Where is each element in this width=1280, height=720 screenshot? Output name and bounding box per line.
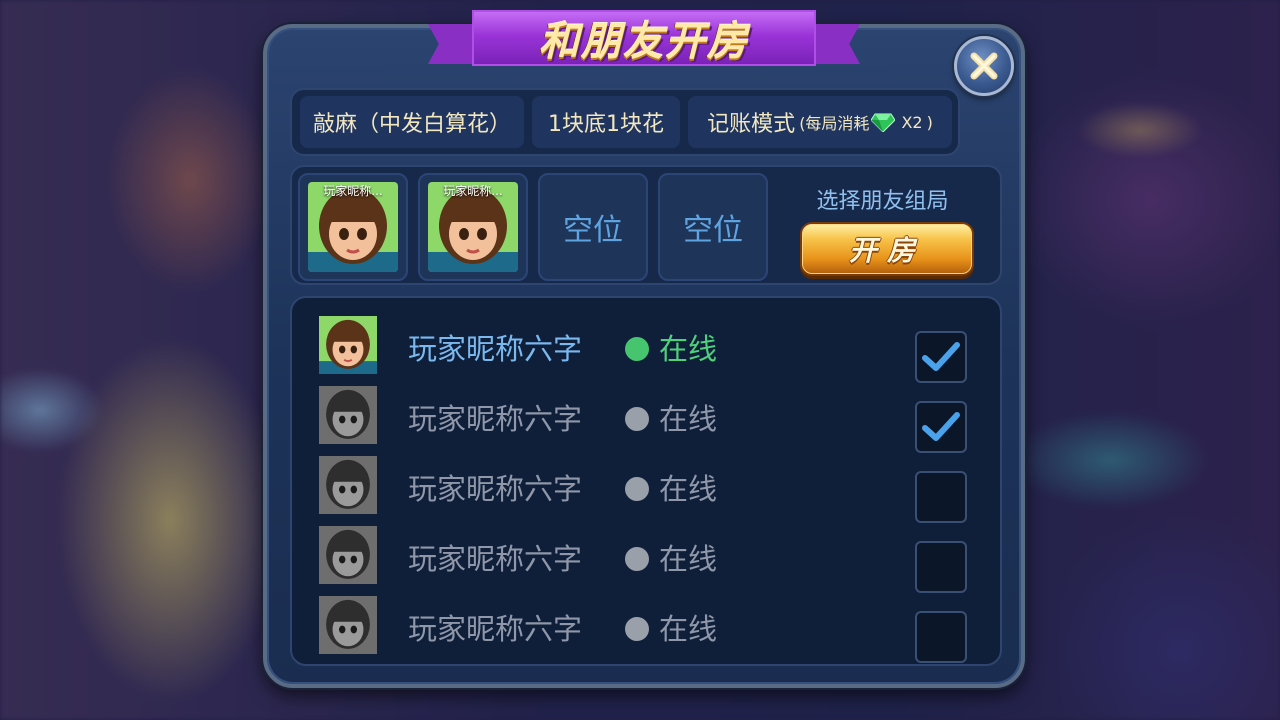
room-rules-bar: 敲麻（中发白算花） 1块底1块花 记账模式 (每局消耗 X2 ) [290, 88, 960, 156]
friend-name: 玩家昵称六字 [408, 542, 583, 576]
seat-4[interactable]: 空位 [658, 173, 768, 281]
friend-list: 玩家昵称六字 在线 玩家昵称六字 在线 玩家昵称六字 在线 玩家昵称六字 在线 … [290, 296, 1002, 666]
gem-icon [871, 113, 896, 132]
friend-avatar [319, 386, 377, 444]
friend-status: 在线 [659, 612, 718, 646]
title-ribbon: 和朋友开房 [428, 8, 860, 70]
seat-1-avatar: 玩家昵称... [308, 182, 398, 272]
check-icon [922, 412, 960, 441]
friend-avatar [319, 456, 377, 514]
close-icon [970, 52, 998, 80]
offline-status-dot [625, 477, 649, 501]
online-status-dot [625, 337, 649, 361]
friend-row: 玩家昵称六字 在线 [292, 310, 1000, 383]
friend-status: 在线 [659, 402, 718, 436]
friend-avatar [319, 316, 377, 374]
friend-status: 在线 [659, 472, 718, 506]
seat-2-name: 玩家昵称... [443, 184, 503, 198]
ribbon-band: 和朋友开房 [472, 10, 816, 66]
friend-status: 在线 [659, 332, 718, 366]
seat-3[interactable]: 空位 [538, 173, 648, 281]
rule-billing-multiplier: X2 [901, 112, 923, 132]
offline-status-dot [625, 547, 649, 571]
friend-avatar [319, 526, 377, 584]
seat-1[interactable]: 玩家昵称... [298, 173, 408, 281]
player-avatar-icon [319, 386, 377, 444]
friend-status: 在线 [659, 542, 718, 576]
friend-select-checkbox[interactable] [915, 471, 967, 523]
close-button[interactable] [954, 36, 1014, 96]
rule-game-mode-label: 敲麻（中发白算花） [312, 112, 511, 137]
player-avatar-icon [319, 596, 377, 654]
offline-status-dot [625, 407, 649, 431]
friend-row: 玩家昵称六字 在线 [292, 450, 1000, 523]
friend-select-checkbox[interactable] [915, 331, 967, 383]
player-avatar-icon [319, 316, 377, 374]
rule-stakes: 1块底1块花 [532, 96, 680, 148]
seat-2[interactable]: 玩家昵称... [418, 173, 528, 281]
player-avatar-icon [319, 456, 377, 514]
seat-2-avatar: 玩家昵称... [428, 182, 518, 272]
open-room-button[interactable]: 开房 [800, 222, 974, 276]
friend-name: 玩家昵称六字 [408, 612, 583, 646]
offline-status-dot [625, 617, 649, 641]
friend-name: 玩家昵称六字 [408, 472, 583, 506]
seat-1-name: 玩家昵称... [323, 184, 383, 198]
check-icon [922, 342, 960, 371]
friend-row: 玩家昵称六字 在线 [292, 380, 1000, 453]
friend-avatar [319, 596, 377, 654]
rule-billing-note-close: ) [926, 112, 933, 132]
friend-select-checkbox[interactable] [915, 541, 967, 593]
friend-select-checkbox[interactable] [915, 611, 967, 663]
friend-select-checkbox[interactable] [915, 401, 967, 453]
rule-billing: 记账模式 (每局消耗 X2 ) [688, 96, 952, 148]
rule-stakes-label: 1块底1块花 [548, 112, 664, 137]
dialog-title: 和朋友开房 [539, 19, 749, 65]
pick-friends-label: 选择朋友组局 [816, 189, 949, 214]
rule-billing-label: 记账模式 [707, 112, 796, 137]
friend-name: 玩家昵称六字 [408, 332, 583, 366]
friend-row: 玩家昵称六字 在线 [292, 520, 1000, 593]
player-avatar-icon [319, 526, 377, 584]
friend-name: 玩家昵称六字 [408, 402, 583, 436]
seat-3-empty-label: 空位 [563, 213, 623, 248]
rule-billing-note-open: (每局消耗 [799, 114, 870, 133]
friend-row: 玩家昵称六字 在线 [292, 590, 1000, 663]
rule-game-mode: 敲麻（中发白算花） [300, 96, 524, 148]
seat-4-empty-label: 空位 [683, 213, 743, 248]
open-room-button-label: 开房 [848, 234, 925, 267]
